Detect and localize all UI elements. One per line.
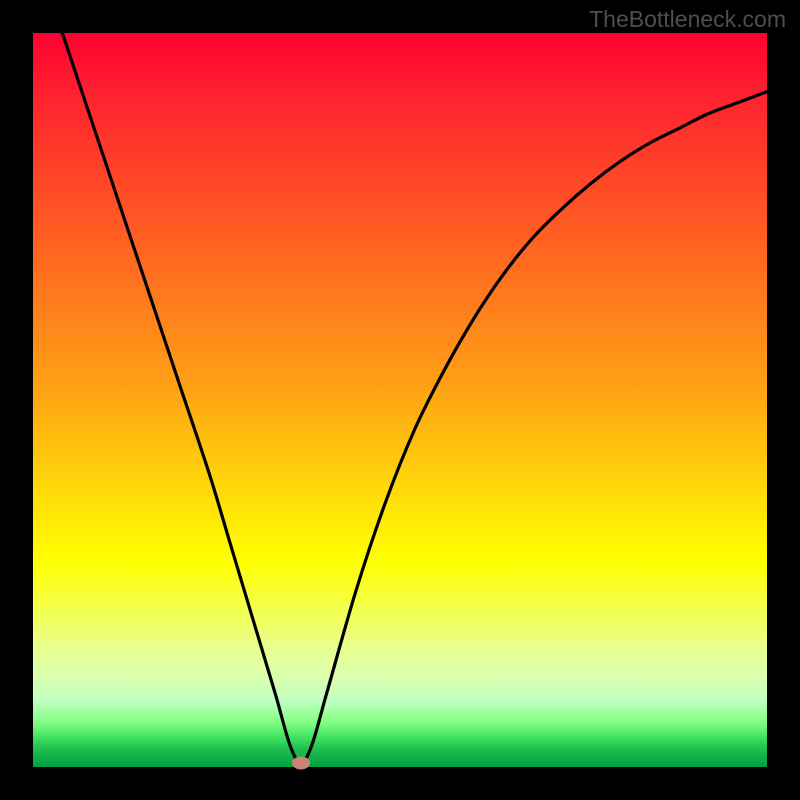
- plot-area: [33, 33, 767, 767]
- curve-svg: [33, 33, 767, 767]
- bottleneck-curve: [62, 33, 767, 763]
- optimal-point-marker: [292, 757, 310, 770]
- chart-frame: TheBottleneck.com: [0, 0, 800, 800]
- watermark-text: TheBottleneck.com: [589, 6, 786, 33]
